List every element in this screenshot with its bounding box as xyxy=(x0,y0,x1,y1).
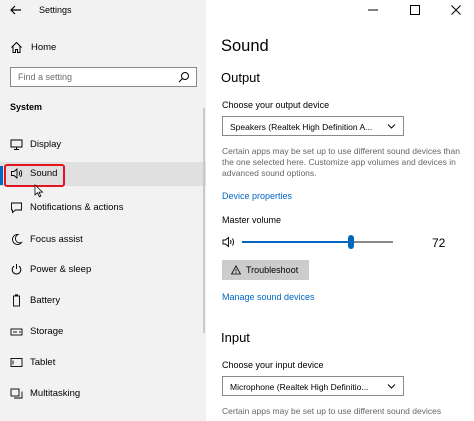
sidebar-item-label: Display xyxy=(30,139,62,150)
chevron-down-icon xyxy=(387,384,396,389)
display-icon xyxy=(10,139,23,150)
volume-value: 72 xyxy=(432,236,446,250)
sidebar-item-label: Power & sleep xyxy=(30,264,92,275)
minimize-icon[interactable] xyxy=(367,4,379,16)
slider-fill xyxy=(242,241,351,243)
sidebar-item-multitasking[interactable]: Multitasking xyxy=(0,382,206,406)
input-heading: Input xyxy=(221,330,250,345)
maximize-icon[interactable] xyxy=(409,4,421,16)
output-heading: Output xyxy=(221,70,261,85)
sidebar-item-label: Multitasking xyxy=(30,388,81,399)
troubleshoot-button[interactable]: Troubleshoot xyxy=(222,260,309,280)
app-title: Settings xyxy=(39,5,72,15)
input-device-dropdown[interactable]: Microphone (Realtek High Definitio... xyxy=(222,376,404,396)
sidebar-item-tablet[interactable]: Tablet xyxy=(0,351,206,375)
sidebar-item-label: Notifications & actions xyxy=(30,202,124,213)
volume-icon[interactable] xyxy=(222,236,236,248)
home-icon xyxy=(11,41,22,53)
sidebar-item-storage[interactable]: Storage xyxy=(0,320,206,344)
search-placeholder: Find a setting xyxy=(18,72,73,82)
close-icon[interactable] xyxy=(450,4,462,16)
warning-icon xyxy=(231,265,241,275)
titlebar-left: Settings xyxy=(0,0,206,22)
chevron-down-icon xyxy=(387,124,396,129)
output-device-value: Speakers (Realtek High Definition A... xyxy=(230,122,373,132)
sidebar-item-battery[interactable]: Battery xyxy=(0,289,206,313)
device-properties-link[interactable]: Device properties xyxy=(222,191,292,201)
back-arrow-icon[interactable] xyxy=(9,3,23,17)
sidebar-item-label: Tablet xyxy=(30,357,56,368)
input-device-value: Microphone (Realtek High Definitio... xyxy=(230,382,369,392)
output-help-text: Certain apps may be set up to use differ… xyxy=(222,146,460,178)
sidebar-home[interactable]: Home xyxy=(0,38,206,58)
window-controls xyxy=(354,0,474,22)
sidebar-item-label: Battery xyxy=(30,295,61,306)
sidebar-item-label: Focus assist xyxy=(30,234,83,245)
master-volume-label: Master volume xyxy=(222,215,282,225)
sound-page: Sound Output Choose your output device S… xyxy=(206,0,474,421)
power-icon xyxy=(11,264,22,275)
slider-thumb[interactable] xyxy=(348,235,354,249)
sidebar-item-label: Storage xyxy=(30,326,64,337)
sidebar-scrollbar[interactable] xyxy=(203,108,205,333)
master-volume-slider[interactable] xyxy=(242,235,393,249)
selection-indicator xyxy=(0,166,3,185)
page-title: Sound xyxy=(221,37,269,55)
battery-icon xyxy=(13,294,20,307)
tablet-icon xyxy=(10,358,23,367)
notifications-icon xyxy=(11,202,22,214)
input-help-text: Certain apps may be set up to use differ… xyxy=(222,406,442,416)
troubleshoot-label: Troubleshoot xyxy=(246,265,299,275)
sidebar-item-notifications[interactable]: Notifications & actions xyxy=(0,196,206,220)
section-label-system: System xyxy=(10,102,43,112)
input-device-label: Choose your input device xyxy=(222,360,324,370)
output-device-dropdown[interactable]: Speakers (Realtek High Definition A... xyxy=(222,116,404,136)
output-device-label: Choose your output device xyxy=(222,100,330,110)
moon-icon xyxy=(12,234,23,245)
sidebar-item-focus-assist[interactable]: Focus assist xyxy=(0,228,206,252)
sidebar-item-display[interactable]: Display xyxy=(0,133,206,157)
storage-icon xyxy=(10,328,23,336)
find-setting-input[interactable]: Find a setting xyxy=(10,67,197,87)
sidebar-item-power-sleep[interactable]: Power & sleep xyxy=(0,258,206,282)
search-icon[interactable] xyxy=(178,71,190,83)
multitasking-icon xyxy=(10,388,23,399)
manage-sound-devices-link[interactable]: Manage sound devices xyxy=(222,292,315,302)
home-label: Home xyxy=(31,42,57,53)
settings-sidebar: Settings Home Find a setting System Disp… xyxy=(0,0,206,421)
